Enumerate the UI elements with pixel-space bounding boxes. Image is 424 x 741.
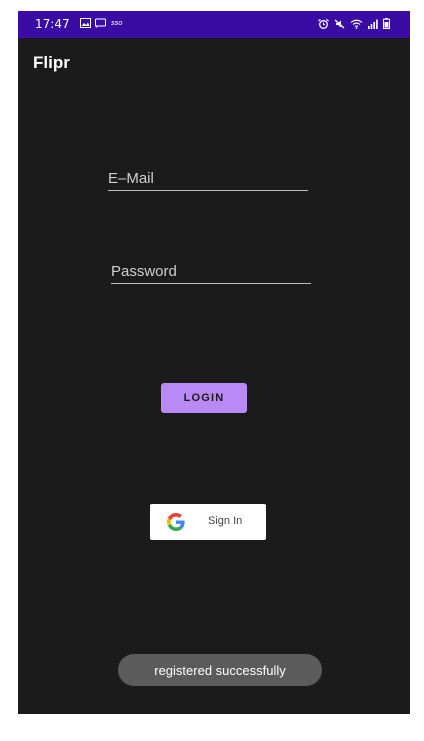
google-sign-in-button[interactable]: Sign In [150,504,266,540]
password-field-container [111,261,311,284]
login-button[interactable]: LOGIN [161,383,247,413]
alarm-icon [318,18,329,32]
status-right-icons [318,18,390,32]
password-field[interactable] [111,263,311,283]
battery-icon [383,18,390,32]
status-bar: 17:47 sso [18,11,410,38]
wifi-icon [350,18,363,32]
app-title: Flipr [33,53,70,72]
google-sign-in-label: Sign In [208,515,243,527]
phone-screen: 17:47 sso Flipr E–Mail LOGIN Sign In reg… [18,11,410,714]
signal-icon [368,18,378,32]
screen-cast-icon [95,18,106,28]
email-field-container [108,168,308,191]
google-icon [167,513,185,531]
image-icon [80,18,91,28]
email-field[interactable] [108,170,308,190]
mute-icon [334,18,345,32]
status-extra-label: sso [111,19,123,27]
status-left-icons: sso [80,18,123,28]
status-time: 17:47 [35,17,70,31]
toast-message: registered successfully [118,654,322,686]
